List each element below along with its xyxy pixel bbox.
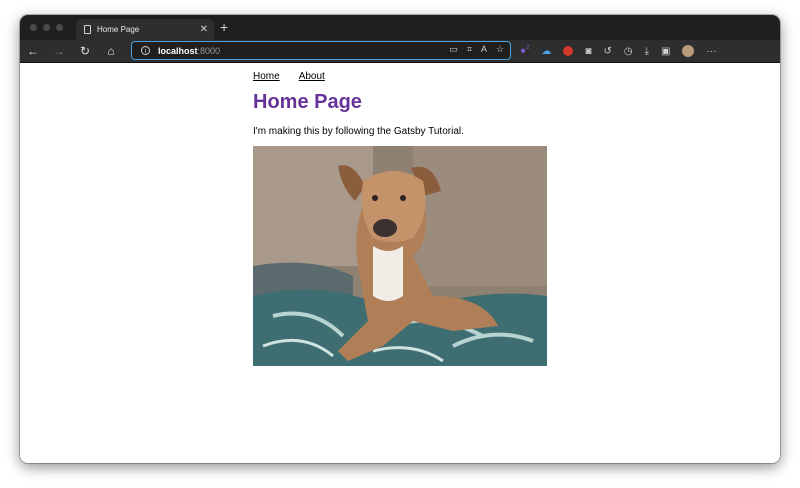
reload-icon[interactable]: ↻ — [72, 40, 98, 62]
home-icon[interactable]: ⌂ — [98, 40, 124, 62]
refresh-extension-icon[interactable]: ↺ — [603, 46, 611, 57]
cloud-extension-icon[interactable]: ☁ — [541, 46, 551, 57]
app-available-icon[interactable]: ▭ — [449, 44, 458, 55]
page-title: Home Page — [253, 91, 362, 113]
browser-window: Home Page ✕ + ← → ↻ ⌂ i localhost:8000 ▭… — [20, 15, 780, 463]
title-bar: Home Page ✕ + — [20, 15, 780, 40]
url-host: localhost — [158, 45, 198, 56]
qr-code-icon[interactable]: ⌗ — [467, 44, 472, 55]
address-bar[interactable]: i localhost:8000 ▭ ⌗ A ☆ — [131, 41, 511, 60]
forward-icon[interactable]: → — [46, 40, 72, 62]
minimize-window-button[interactable] — [43, 24, 50, 31]
collections-icon[interactable]: ▣ — [661, 46, 670, 57]
add-favorite-icon[interactable]: ☆ — [496, 44, 504, 55]
extension-badge-icon[interactable]: ●2 — [520, 45, 529, 56]
page-viewport: Home About Home Page I'm making this by … — [20, 63, 780, 463]
new-tab-icon[interactable]: + — [220, 20, 228, 34]
dog-photo-image — [253, 146, 547, 366]
red-extension-icon[interactable] — [563, 46, 574, 56]
extensions-area: ●2 ☁ ◙ ↺ ◷ ⤓ ▣ ··· — [520, 40, 716, 62]
camera-extension-icon[interactable]: ◙ — [585, 46, 591, 57]
more-menu-icon[interactable]: ··· — [706, 46, 716, 57]
window-controls — [30, 24, 63, 31]
dog-photo — [253, 146, 547, 366]
back-icon[interactable]: ← — [20, 40, 46, 62]
browser-toolbar: ← → ↻ ⌂ i localhost:8000 ▭ ⌗ A ☆ ●2 ☁ ◙ … — [20, 40, 780, 63]
url-port: :8000 — [197, 45, 221, 56]
page-content: Home About Home Page I'm making this by … — [253, 71, 553, 366]
nav-link-about[interactable]: About — [299, 71, 325, 82]
profile-avatar[interactable] — [682, 45, 695, 57]
history-icon[interactable]: ◷ — [624, 46, 633, 57]
browser-tab[interactable]: Home Page ✕ — [76, 19, 214, 40]
close-tab-icon[interactable]: ✕ — [200, 24, 208, 35]
site-nav: Home About — [253, 71, 553, 82]
extension-badge-count: 2 — [526, 45, 530, 52]
read-aloud-icon[interactable]: A — [481, 44, 487, 55]
downloads-icon[interactable]: ⤓ — [645, 46, 649, 57]
page-icon — [84, 25, 91, 34]
close-window-button[interactable] — [30, 24, 37, 31]
nav-link-home[interactable]: Home — [253, 71, 280, 82]
maximize-window-button[interactable] — [56, 24, 63, 31]
intro-text: I'm making this by following the Gatsby … — [253, 126, 464, 137]
tab-title: Home Page — [97, 25, 140, 34]
site-info-icon[interactable]: i — [141, 46, 150, 55]
